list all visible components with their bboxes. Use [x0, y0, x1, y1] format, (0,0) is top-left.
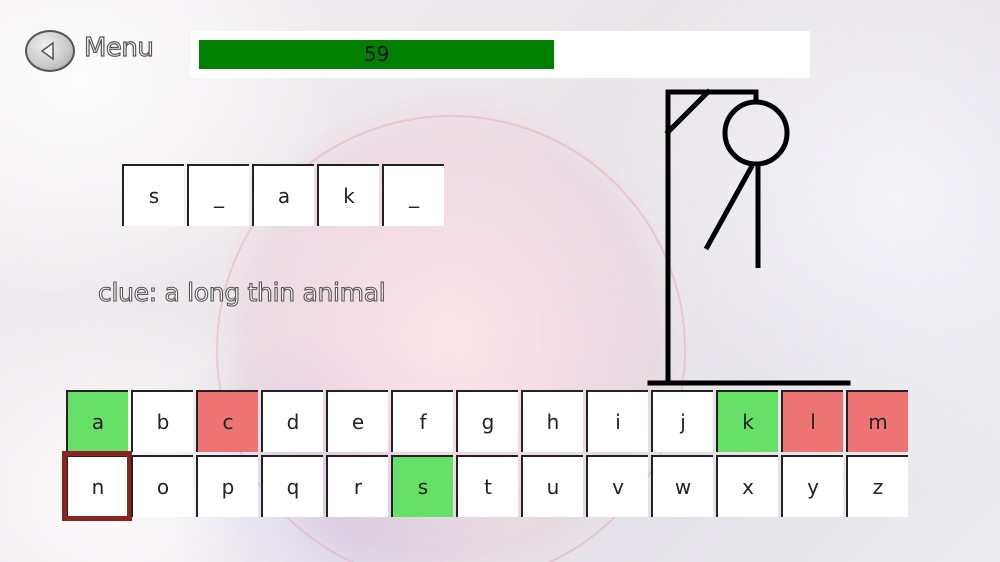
key-w[interactable]: w — [651, 455, 713, 517]
key-v[interactable]: v — [586, 455, 648, 517]
key-p[interactable]: p — [196, 455, 258, 517]
key-b[interactable]: b — [131, 390, 193, 452]
key-e[interactable]: e — [326, 390, 388, 452]
key-o[interactable]: o — [131, 455, 193, 517]
key-k[interactable]: k — [716, 390, 778, 452]
key-m[interactable]: m — [846, 390, 908, 452]
key-x[interactable]: x — [716, 455, 778, 517]
key-z[interactable]: z — [846, 455, 908, 517]
key-r[interactable]: r — [326, 455, 388, 517]
key-g[interactable]: g — [456, 390, 518, 452]
key-d[interactable]: d — [261, 390, 323, 452]
key-u[interactable]: u — [521, 455, 583, 517]
key-y[interactable]: y — [781, 455, 843, 517]
letter-keyboard: abcdefghijklmnopqrstuvwxyz — [62, 390, 911, 521]
key-q[interactable]: q — [261, 455, 323, 517]
key-l[interactable]: l — [781, 390, 843, 452]
key-j[interactable]: j — [651, 390, 713, 452]
gallows-brace — [664, 88, 712, 136]
key-i[interactable]: i — [586, 390, 648, 452]
key-a[interactable]: a — [66, 390, 128, 452]
key-n[interactable]: n — [62, 451, 132, 521]
keyboard-row-0: abcdefghijklm — [66, 390, 911, 452]
key-h[interactable]: h — [521, 390, 583, 452]
key-s[interactable]: s — [391, 455, 453, 517]
hangman-head — [722, 99, 790, 167]
keyboard-row-1: nopqrstuvwxyz — [62, 451, 911, 521]
key-t[interactable]: t — [456, 455, 518, 517]
key-c[interactable]: c — [196, 390, 258, 452]
hangman-left-arm — [703, 164, 755, 251]
key-f[interactable]: f — [391, 390, 453, 452]
